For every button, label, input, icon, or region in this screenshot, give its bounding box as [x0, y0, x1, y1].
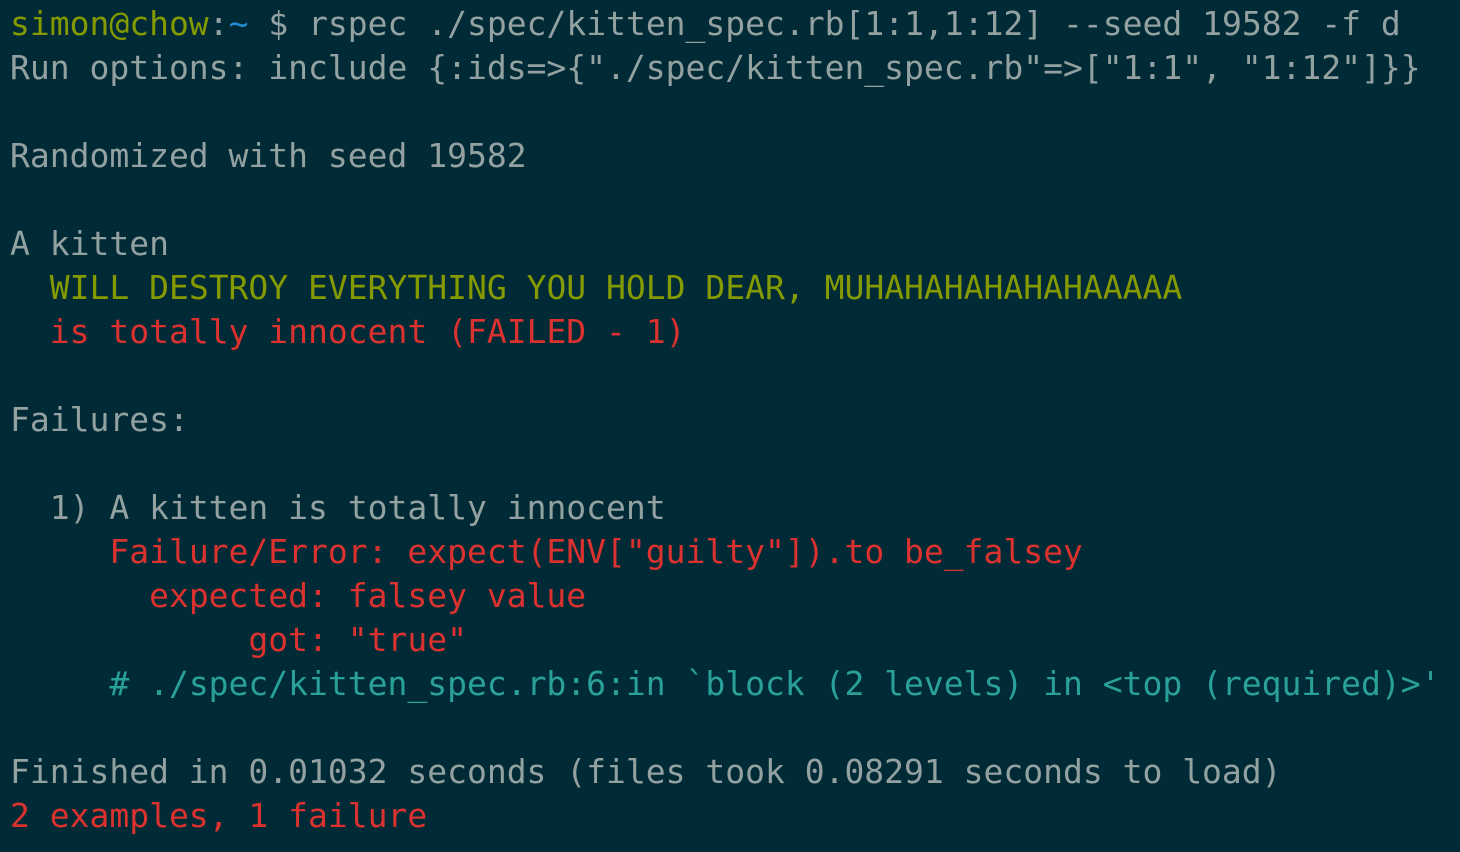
run-options-line: Run options: include {:ids=>{"./spec/kit… — [10, 48, 1421, 87]
summary-line: 2 examples, 1 failure — [10, 796, 428, 835]
failure-got-line: got: "true" — [10, 618, 1460, 662]
failure-title-line: 1) A kitten is totally innocent — [10, 486, 1460, 530]
command-text: rspec ./spec/kitten_spec.rb[1:1,1:12] --… — [308, 4, 1401, 43]
failure-backtrace-text: # ./spec/kitten_spec.rb:6:in `block (2 l… — [109, 664, 1441, 703]
prompt-line: simon@chow:~ $ rspec ./spec/kitten_spec.… — [10, 2, 1460, 46]
prompt-symbol: $ — [268, 4, 289, 43]
failure-expected-text: expected: falsey value — [149, 576, 587, 615]
prompt-path: ~ — [228, 4, 249, 43]
failure-backtrace-line: # ./spec/kitten_spec.rb:6:in `block (2 l… — [10, 662, 1460, 706]
prompt-user-host: simon@chow — [10, 4, 209, 43]
example-failed-text: is totally innocent (FAILED - 1) — [49, 312, 686, 351]
randomized-seed-line: Randomized with seed 19582 — [10, 136, 527, 175]
failures-header: Failures: — [10, 400, 189, 439]
example-group-name: A kitten — [10, 224, 169, 263]
example-failed-line: is totally innocent (FAILED - 1) — [10, 310, 1460, 354]
failure-error-line: Failure/Error: expect(ENV["guilty"]).to … — [10, 530, 1460, 574]
failure-title: 1) A kitten is totally innocent — [49, 488, 666, 527]
failure-got-text: got: "true" — [248, 620, 467, 659]
prompt-separator: : — [208, 4, 229, 43]
failure-error-text: Failure/Error: expect(ENV["guilty"]).to … — [109, 532, 1083, 571]
example-passed-text: WILL DESTROY EVERYTHING YOU HOLD DEAR, M… — [49, 268, 1183, 307]
example-passed-line: WILL DESTROY EVERYTHING YOU HOLD DEAR, M… — [10, 266, 1460, 310]
finished-timing-line: Finished in 0.01032 seconds (files took … — [10, 752, 1282, 791]
terminal-window[interactable]: simon@chow:~ $ rspec ./spec/kitten_spec.… — [0, 0, 1460, 852]
failure-expected-line: expected: falsey value — [10, 574, 1460, 618]
